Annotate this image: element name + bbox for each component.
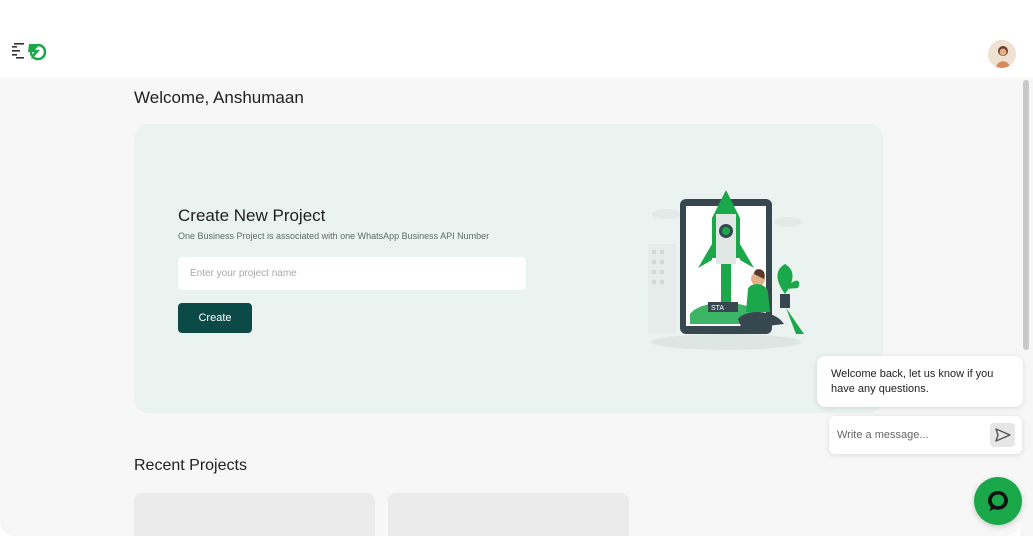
app-logo-icon[interactable] — [12, 41, 48, 61]
create-project-title: Create New Project — [178, 206, 326, 225]
illustration-start-label: STA — [711, 305, 724, 312]
chat-send-button[interactable] — [990, 423, 1015, 447]
recent-project-card[interactable] — [388, 493, 629, 536]
create-project-subtitle: One Business Project is associated with … — [178, 231, 490, 241]
chat-welcome-message: Welcome back, let us know if you have an… — [817, 356, 1023, 407]
user-avatar-icon — [988, 40, 1016, 68]
chat-bubble-icon — [988, 491, 1008, 511]
user-avatar[interactable] — [988, 40, 1016, 68]
welcome-heading: Welcome, Anshumaan — [134, 88, 304, 107]
project-name-input[interactable] — [178, 257, 526, 290]
chat-launcher-button[interactable] — [974, 477, 1022, 525]
top-bar — [0, 0, 1033, 78]
send-arrow-icon — [994, 428, 1011, 442]
main-content: Welcome, Anshumaan Create New Project On… — [0, 78, 1020, 536]
recent-projects-heading: Recent Projects — [134, 457, 247, 474]
scrollbar-thumb[interactable] — [1023, 80, 1029, 350]
create-project-button[interactable]: Create — [178, 303, 252, 333]
rocket-launch-illustration: STA — [648, 190, 804, 350]
chat-composer — [829, 416, 1022, 454]
create-project-panel: Create New Project One Business Project … — [134, 124, 883, 413]
recent-project-card[interactable] — [134, 493, 375, 536]
chat-message-input[interactable] — [837, 425, 987, 445]
scrollbar-track[interactable] — [1020, 78, 1033, 536]
